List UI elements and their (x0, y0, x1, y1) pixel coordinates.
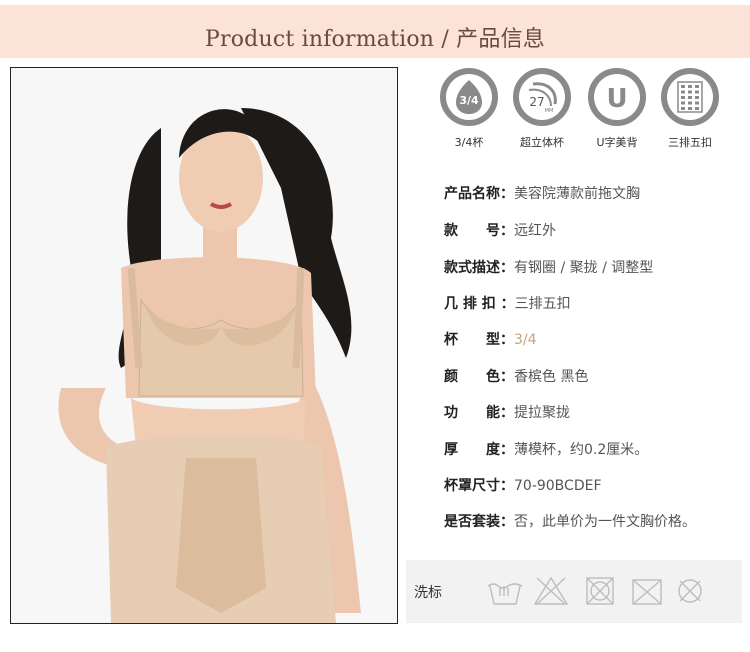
spec-row-model: 款 号：远红外 (444, 220, 556, 240)
no-bleach-icon (533, 576, 569, 605)
cup-thickness-unit: MM (545, 108, 554, 114)
spec-value: 美容院薄款前拖文胸 (514, 186, 640, 202)
u-back-icon: U (606, 84, 627, 114)
hook-3x5-icon (677, 81, 703, 113)
spec-row-thickness: 厚 度：薄模杯，约0.2厘米。 (444, 439, 648, 459)
product-photo (10, 67, 398, 624)
care-label-title: 洗标 (414, 585, 442, 601)
no-tumble-dry-icon (586, 577, 614, 605)
care-icons (487, 576, 702, 605)
spec-value: 否，此单价为一件文胸价格。 (514, 514, 696, 530)
feature-3d-cup: 27 MM 超立体杯 (512, 68, 572, 150)
feature-u-back: U U字美背 (587, 68, 647, 150)
hand-wash-icon (487, 583, 523, 605)
spec-value: 提拉聚拢 (514, 405, 570, 421)
cup-3-4-icon: 3/4 (456, 80, 482, 114)
spec-value: 三排五扣 (514, 296, 571, 312)
spec-row-set: 是否套装：否，此单价为一件文胸价格。 (444, 511, 696, 531)
spec-row-color: 颜 色：香槟色 黑色 (444, 366, 588, 386)
feature-label: 超立体杯 (520, 136, 564, 149)
spec-key: 款 号： (444, 223, 514, 239)
spec-key: 产品名称： (444, 186, 514, 202)
spec-key: 颜 色： (444, 369, 514, 385)
u-back-letter: U (606, 84, 627, 114)
no-dry-clean-icon (678, 579, 702, 603)
feature-label: 3/4杯 (454, 136, 484, 149)
feature-hooks: 三排五扣 (660, 68, 720, 150)
spec-value: 有钢圈 / 聚拢 / 调整型 (514, 260, 654, 276)
spec-row-function: 功 能：提拉聚拢 (444, 402, 570, 422)
header-banner: Product information / 产品信息 (0, 5, 750, 58)
spec-value: 70-90BCDEF (514, 478, 602, 494)
spec-key: 杯 型： (444, 332, 514, 348)
spec-row-hooks: 几 排 扣 ：三排五扣 (444, 293, 571, 313)
spec-key: 是否套装： (444, 514, 514, 530)
spec-value: 远红外 (514, 223, 556, 239)
spec-row-style: 款式描述：有钢圈 / 聚拢 / 调整型 (444, 257, 653, 277)
feature-label: 三排五扣 (668, 136, 712, 149)
spec-key: 款式描述： (444, 260, 514, 276)
cup-badge: 3/4 (459, 94, 479, 107)
no-iron-icon (632, 579, 662, 605)
spec-row-cup-type: 杯 型：3/4 (444, 329, 537, 349)
spec-key: 厚 度： (444, 442, 514, 458)
spec-row-name: 产品名称：美容院薄款前拖文胸 (444, 183, 640, 203)
spec-row-size: 杯罩尺寸：70-90BCDEF (444, 475, 602, 495)
spec-value: 薄模杯，约0.2厘米。 (514, 442, 649, 458)
feature-cup-3-4: 3/4 3/4杯 (439, 68, 499, 150)
spec-key: 几 排 扣 ： (444, 296, 515, 312)
model-wearing-shapewear-image (11, 68, 397, 623)
spec-value: 香槟色 黑色 (514, 369, 589, 385)
page-title: Product information / 产品信息 (205, 27, 545, 52)
spec-value: 3/4 (514, 332, 537, 348)
cup-27mm-icon: 27 MM (528, 82, 557, 114)
feature-label: U字美背 (596, 136, 638, 149)
cup-thickness-value: 27 (529, 95, 544, 109)
care-label-bar: 洗标 (406, 560, 742, 623)
spec-key: 功 能： (444, 405, 514, 421)
spec-key: 杯罩尺寸： (444, 478, 514, 494)
